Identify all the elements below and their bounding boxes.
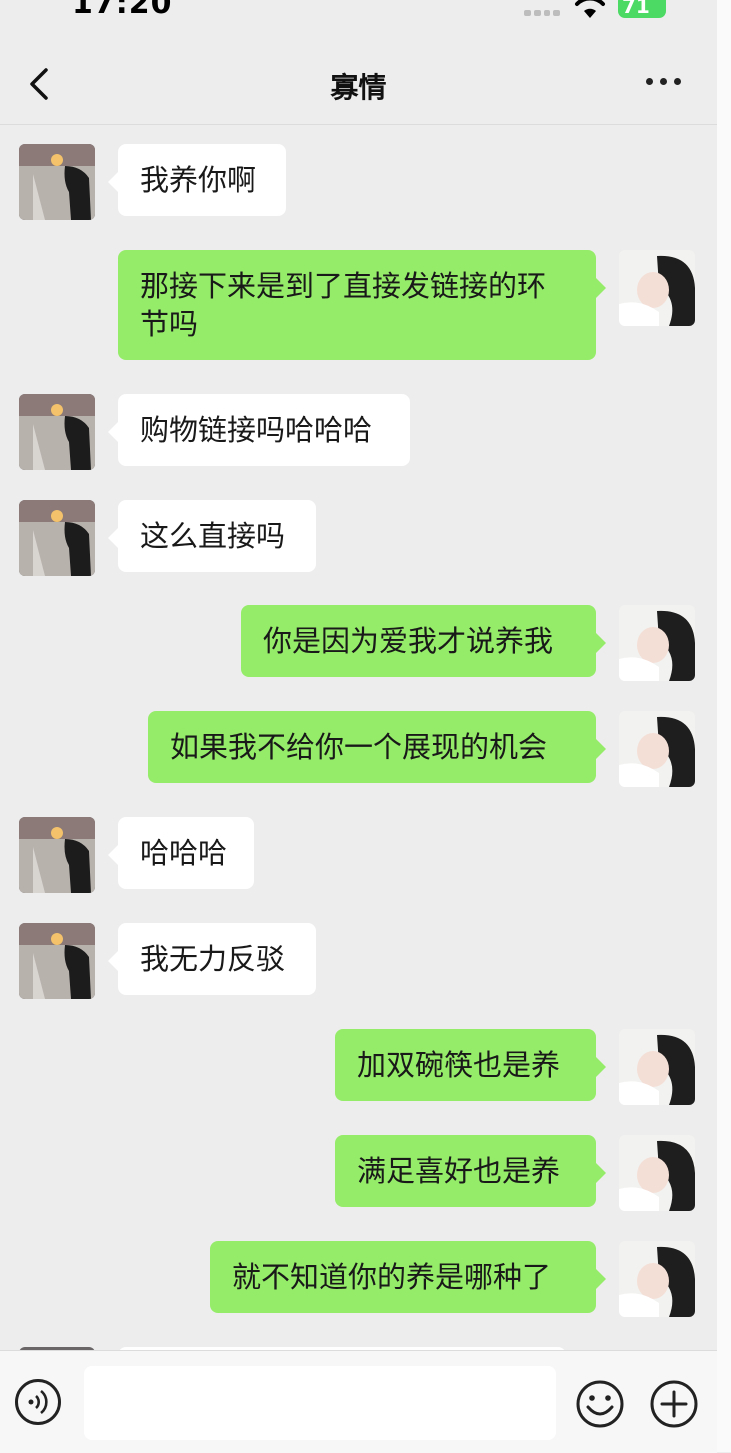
message-list[interactable]: 我养你啊 那接下来是到了直接发链接的环节吗 购物链接吗哈哈哈 这么直接吗 你是因… xyxy=(0,125,717,1350)
outgoing-message[interactable]: 那接下来是到了直接发链接的环节吗 xyxy=(118,250,606,360)
status-time: 17:20 xyxy=(72,0,173,21)
plus-circle-icon[interactable] xyxy=(649,1379,699,1429)
contact-avatar[interactable] xyxy=(19,500,95,576)
my-avatar[interactable] xyxy=(619,250,695,326)
battery-level: 71 xyxy=(622,0,650,18)
outgoing-message[interactable]: 如果我不给你一个展现的机会 xyxy=(148,711,606,783)
outgoing-message[interactable]: 就不知道你的养是哪种了 xyxy=(210,1241,606,1313)
my-avatar[interactable] xyxy=(619,605,695,681)
contact-avatar[interactable] xyxy=(19,394,95,470)
message-input[interactable] xyxy=(84,1366,556,1440)
voice-icon[interactable] xyxy=(15,1379,61,1425)
wifi-icon xyxy=(575,0,605,18)
incoming-message[interactable]: 购物链接吗哈哈哈 xyxy=(108,394,410,466)
status-bar: 17:20 71 xyxy=(0,0,717,40)
input-bar xyxy=(0,1350,717,1453)
my-avatar[interactable] xyxy=(619,1029,695,1105)
emoji-icon[interactable] xyxy=(575,1379,625,1429)
page-edge xyxy=(717,0,731,1452)
more-dots-icon[interactable] xyxy=(646,78,681,85)
incoming-message[interactable]: 哈哈哈 xyxy=(108,817,254,889)
chat-title: 寡情 xyxy=(330,71,387,104)
outgoing-message[interactable]: 你是因为爱我才说养我 xyxy=(241,605,606,677)
contact-avatar[interactable] xyxy=(19,144,95,220)
chat-header: 寡情 xyxy=(0,40,717,125)
battery-icon: 71 xyxy=(618,0,666,18)
contact-avatar[interactable] xyxy=(19,817,95,893)
incoming-message[interactable]: 这么直接吗 xyxy=(108,500,316,572)
outgoing-message[interactable]: 加双碗筷也是养 xyxy=(335,1029,606,1101)
incoming-message[interactable]: 我无力反驳 xyxy=(108,923,316,995)
outgoing-message[interactable]: 满足喜好也是养 xyxy=(335,1135,606,1207)
contact-avatar[interactable] xyxy=(19,923,95,999)
cellular-signal-icon xyxy=(524,10,560,16)
my-avatar[interactable] xyxy=(619,1241,695,1317)
incoming-message[interactable]: 我养你啊 xyxy=(108,144,286,216)
my-avatar[interactable] xyxy=(619,711,695,787)
my-avatar[interactable] xyxy=(619,1135,695,1211)
